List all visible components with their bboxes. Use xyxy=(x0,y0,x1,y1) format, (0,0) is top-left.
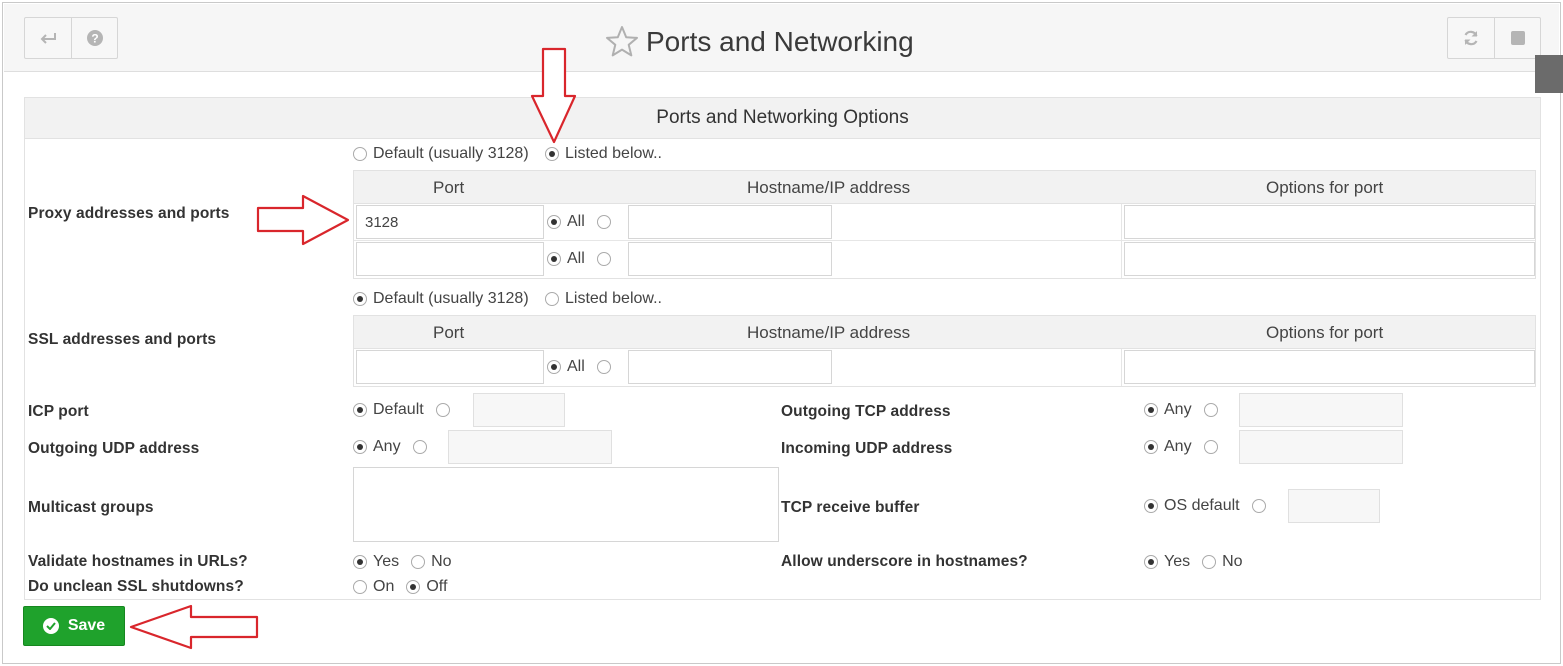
incoming-udp-label: Incoming UDP address xyxy=(781,440,953,457)
hostname-input[interactable] xyxy=(628,350,832,384)
table-row: All xyxy=(354,241,1535,278)
help-icon: ? xyxy=(86,30,103,46)
back-button[interactable] xyxy=(25,18,71,58)
radio-proxy-default[interactable] xyxy=(353,147,367,161)
refresh-icon xyxy=(1464,30,1478,46)
ssl-port-table: Port Hostname/IP address Options for por… xyxy=(353,315,1536,387)
outgoing-tcp-input[interactable] xyxy=(1239,393,1403,427)
ssl-label: SSL addresses and ports xyxy=(28,331,217,348)
radio-incoming-udp-any[interactable] xyxy=(1144,440,1158,454)
radio-icp-custom[interactable] xyxy=(435,403,450,417)
multicast-label: Multicast groups xyxy=(28,499,154,516)
return-arrow-icon xyxy=(40,33,56,44)
incoming-udp-input[interactable] xyxy=(1239,430,1403,464)
radio-tcp-buffer-custom[interactable] xyxy=(1251,499,1266,513)
port-input[interactable] xyxy=(356,205,544,239)
table-header: Port Hostname/IP address Options for por… xyxy=(354,171,1535,204)
port-options-input[interactable] xyxy=(1124,350,1535,384)
radio-validate-no[interactable] xyxy=(411,555,426,569)
table-row: All xyxy=(354,204,1535,241)
port-options-input[interactable] xyxy=(1124,242,1535,276)
panel-title: Ports and Networking Options xyxy=(25,98,1540,139)
multicast-textarea[interactable] xyxy=(353,467,779,542)
proxy-mode-listed[interactable]: Listed below.. xyxy=(545,145,662,163)
column-options: Options for port xyxy=(1266,178,1384,197)
radio-all[interactable] xyxy=(547,215,561,229)
title-area: Ports and Networking xyxy=(604,22,914,62)
radio-specific-host[interactable] xyxy=(596,360,611,374)
unclean-ssl-options[interactable]: On Off xyxy=(353,578,447,596)
save-button[interactable]: Save xyxy=(23,606,125,646)
hostname-input[interactable] xyxy=(628,205,832,239)
tcp-buffer-input[interactable] xyxy=(1288,489,1380,523)
column-options: Options for port xyxy=(1266,323,1384,342)
radio-ssl-default[interactable] xyxy=(353,292,367,306)
notification-side-tab[interactable] xyxy=(1535,55,1563,93)
column-port: Port xyxy=(433,178,465,197)
host-all-option[interactable]: All xyxy=(547,358,617,376)
column-hostname: Hostname/IP address xyxy=(747,323,911,342)
outgoing-tcp-label: Outgoing TCP address xyxy=(781,403,951,420)
proxy-label: Proxy addresses and ports xyxy=(28,205,230,222)
radio-underscore-no[interactable] xyxy=(1202,555,1217,569)
page-title: Ports and Networking xyxy=(646,26,914,57)
radio-incoming-udp-custom[interactable] xyxy=(1203,440,1218,454)
icp-port-label: ICP port xyxy=(28,403,89,420)
outgoing-udp-any-option[interactable]: Any xyxy=(353,438,433,456)
outgoing-udp-label: Outgoing UDP address xyxy=(28,440,200,457)
outgoing-tcp-any-option[interactable]: Any xyxy=(1144,401,1224,419)
check-circle-icon xyxy=(42,618,59,634)
column-port: Port xyxy=(433,323,465,342)
radio-outgoing-tcp-custom[interactable] xyxy=(1203,403,1218,417)
icp-port-input[interactable] xyxy=(473,393,565,427)
proxy-mode-default[interactable]: Default (usually 3128) xyxy=(353,145,529,163)
radio-ssl-listed[interactable] xyxy=(545,292,559,306)
column-hostname: Hostname/IP address xyxy=(747,178,911,197)
right-button-group xyxy=(1447,17,1541,59)
ssl-mode-default[interactable]: Default (usually 3128) xyxy=(353,290,529,308)
radio-specific-host[interactable] xyxy=(596,215,611,229)
radio-tcp-buffer-default[interactable] xyxy=(1144,499,1158,513)
radio-icp-default[interactable] xyxy=(353,403,367,417)
outgoing-udp-input[interactable] xyxy=(448,430,612,464)
host-all-option[interactable]: All xyxy=(547,213,617,231)
favorite-star-icon[interactable] xyxy=(604,24,640,60)
radio-all[interactable] xyxy=(547,360,561,374)
radio-unclean-off[interactable] xyxy=(406,580,421,594)
unclean-ssl-label: Do unclean SSL shutdowns? xyxy=(28,578,244,595)
validate-hostnames-label: Validate hostnames in URLs? xyxy=(28,553,248,570)
table-row: All xyxy=(354,349,1535,386)
port-input[interactable] xyxy=(356,350,544,384)
help-button[interactable]: ? xyxy=(71,18,117,58)
tcp-buffer-default-option[interactable]: OS default xyxy=(1144,497,1272,515)
radio-outgoing-udp-any[interactable] xyxy=(353,440,367,454)
radio-validate-yes[interactable] xyxy=(353,555,367,569)
svg-text:?: ? xyxy=(91,32,98,46)
icp-default-option[interactable]: Default xyxy=(353,401,456,419)
radio-outgoing-tcp-any[interactable] xyxy=(1144,403,1158,417)
incoming-udp-any-option[interactable]: Any xyxy=(1144,438,1224,456)
stop-button[interactable] xyxy=(1494,18,1540,58)
table-header: Port Hostname/IP address Options for por… xyxy=(354,316,1535,349)
left-button-group: ? xyxy=(24,17,118,59)
radio-specific-host[interactable] xyxy=(596,252,611,266)
radio-outgoing-udp-custom[interactable] xyxy=(412,440,427,454)
radio-unclean-on[interactable] xyxy=(353,580,367,594)
radio-underscore-yes[interactable] xyxy=(1144,555,1158,569)
tcp-buffer-label: TCP receive buffer xyxy=(781,499,920,516)
port-options-input[interactable] xyxy=(1124,205,1535,239)
validate-hostnames-options[interactable]: Yes No xyxy=(353,553,452,571)
stop-icon xyxy=(1510,31,1525,45)
page-header: ? Ports and Networking xyxy=(4,4,1559,72)
host-all-option[interactable]: All xyxy=(547,250,617,268)
radio-proxy-listed[interactable] xyxy=(545,147,559,161)
ssl-mode-listed[interactable]: Listed below.. xyxy=(545,290,662,308)
port-input[interactable] xyxy=(356,242,544,276)
hostname-input[interactable] xyxy=(628,242,832,276)
underscore-options[interactable]: Yes No xyxy=(1144,553,1243,571)
radio-all[interactable] xyxy=(547,252,561,266)
refresh-button[interactable] xyxy=(1448,18,1494,58)
proxy-port-table: Port Hostname/IP address Options for por… xyxy=(353,170,1536,279)
underscore-label: Allow underscore in hostnames? xyxy=(781,553,1028,570)
